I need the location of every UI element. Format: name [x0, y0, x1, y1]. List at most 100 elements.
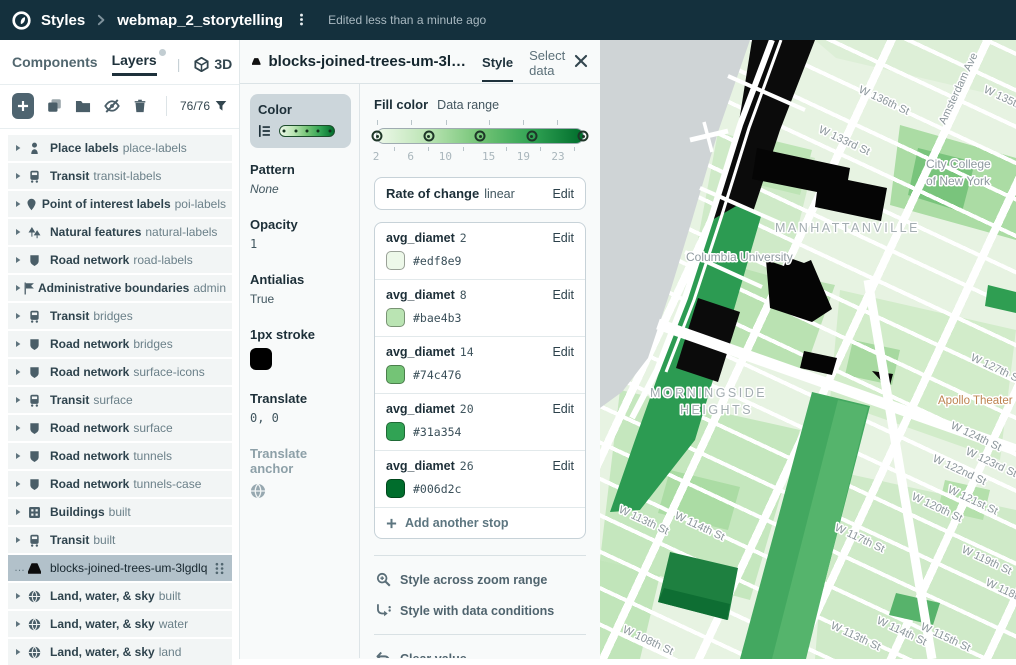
layer-row[interactable]: Place labels place-labels — [8, 135, 232, 161]
prop-translate[interactable]: Translate 0, 0 — [250, 391, 351, 425]
add-layer-button[interactable] — [12, 93, 34, 119]
data-range-slider[interactable] — [376, 128, 584, 144]
data-range-label[interactable]: Data range — [437, 98, 499, 112]
caret-icon[interactable] — [14, 340, 28, 348]
tab-layers[interactable]: Layers — [112, 52, 157, 76]
layer-row[interactable]: Road network tunnels — [8, 443, 232, 469]
edit-stop-button[interactable]: Edit — [552, 288, 574, 302]
layer-row[interactable]: Transit surface — [8, 387, 232, 413]
color-stop-row[interactable]: avg_diamet 8 Edit #bae4b3 — [375, 280, 585, 337]
slider-stop-handle[interactable] — [526, 131, 537, 142]
prop-translate-anchor[interactable]: Translate anchor — [250, 446, 351, 500]
globe-icon — [250, 483, 266, 499]
edit-stop-button[interactable]: Edit — [552, 231, 574, 245]
layer-row[interactable]: Road network bridges — [8, 331, 232, 357]
prop-opacity[interactable]: Opacity 1 — [250, 217, 351, 251]
layer-row[interactable]: Land, water, & sky land — [8, 639, 232, 665]
stop-color-swatch[interactable] — [386, 422, 405, 441]
layer-row[interactable]: Road network surface-icons — [8, 359, 232, 385]
color-stop-row[interactable]: avg_diamet 26 Edit #006d2c — [375, 451, 585, 508]
edit-stop-button[interactable]: Edit — [552, 402, 574, 416]
color-stop-row[interactable]: avg_diamet 20 Edit #31a354 — [375, 394, 585, 451]
stop-color-swatch[interactable] — [386, 308, 405, 327]
layer-row[interactable]: Road network surface — [8, 415, 232, 441]
stop-color-swatch[interactable] — [386, 365, 405, 384]
caret-icon[interactable] — [14, 480, 28, 488]
layer-row[interactable]: Transit bridges — [8, 303, 232, 329]
breadcrumb-styles[interactable]: Styles — [41, 12, 85, 29]
stop-color-swatch[interactable] — [386, 251, 405, 270]
caret-icon[interactable] — [14, 228, 28, 236]
color-stop-row[interactable]: avg_diamet 2 Edit #edf8e9 — [375, 223, 585, 280]
caret-icon[interactable] — [14, 620, 28, 628]
caret-icon[interactable]: … — [14, 562, 28, 574]
group-layers-button[interactable] — [75, 97, 91, 115]
map-block-polygon[interactable] — [752, 148, 887, 221]
edit-rate-button[interactable]: Edit — [552, 187, 574, 201]
caret-icon[interactable] — [14, 508, 28, 516]
caret-icon[interactable] — [14, 536, 28, 544]
layer-row[interactable]: Land, water, & sky built — [8, 583, 232, 609]
caret-icon[interactable] — [14, 144, 28, 152]
caret-icon[interactable] — [14, 200, 25, 208]
layer-row[interactable]: Transit transit-labels — [8, 163, 232, 189]
prop-color[interactable]: Color — [250, 94, 351, 148]
kebab-menu-icon[interactable] — [295, 11, 308, 29]
style-title[interactable]: webmap_2_storytelling — [117, 12, 283, 29]
delete-layer-button[interactable] — [133, 97, 147, 115]
map-block-polygon[interactable] — [889, 593, 940, 625]
prop-pattern[interactable]: Pattern None — [250, 162, 351, 196]
style-across-zoom-button[interactable]: Style across zoom range — [376, 572, 584, 587]
clear-value-button[interactable]: Clear value — [376, 651, 584, 658]
tab-components[interactable]: Components — [12, 54, 98, 75]
caret-icon[interactable] — [14, 284, 23, 292]
hide-layer-button[interactable] — [104, 97, 120, 115]
layer-row[interactable]: Buildings built — [8, 499, 232, 525]
drag-handle-icon[interactable] — [213, 562, 226, 575]
prop-antialias[interactable]: Antialias True — [250, 272, 351, 306]
style-with-data-conditions-button[interactable]: Style with data conditions — [376, 603, 584, 618]
map-block-polygon[interactable] — [985, 285, 1016, 313]
caret-icon[interactable] — [14, 424, 28, 432]
color-stop-row[interactable]: avg_diamet 14 Edit #74c476 — [375, 337, 585, 394]
layer-counter[interactable]: 76/76 — [180, 99, 227, 113]
tab-select-data[interactable]: Select data — [529, 35, 566, 88]
duplicate-layer-button[interactable] — [47, 97, 62, 115]
layer-row[interactable]: Natural features natural-labels — [8, 219, 232, 245]
edit-stop-button[interactable]: Edit — [552, 345, 574, 359]
toggle-3d-button[interactable]: 3D — [194, 56, 232, 72]
layer-row[interactable]: … blocks-joined-trees-um-3lgdlq — [8, 555, 232, 581]
caret-icon[interactable] — [14, 396, 28, 404]
slider-stop-handle[interactable] — [475, 131, 486, 142]
layer-row[interactable]: Land, water, & sky water — [8, 611, 232, 637]
add-stop-button[interactable]: Add another stop — [375, 508, 585, 538]
stroke-color-swatch[interactable] — [250, 348, 272, 370]
rate-of-change-row[interactable]: Rate of change linear Edit — [374, 177, 586, 210]
layer-row[interactable]: Road network tunnels-case — [8, 471, 232, 497]
caret-icon[interactable] — [14, 648, 28, 656]
caret-icon[interactable] — [14, 592, 28, 600]
caret-icon[interactable] — [14, 172, 28, 180]
top-bar: Styles webmap_2_storytelling Edited less… — [0, 0, 1016, 40]
caret-icon[interactable] — [14, 368, 28, 376]
layer-row[interactable]: Point of interest labels poi-labels — [8, 191, 232, 217]
prop-1px-stroke[interactable]: 1px stroke — [250, 327, 351, 370]
layer-type-icon — [28, 170, 50, 183]
slider-stop-handle[interactable] — [423, 131, 434, 142]
caret-icon[interactable] — [14, 256, 28, 264]
layer-row[interactable]: Transit built — [8, 527, 232, 553]
layer-row[interactable]: Administrative boundaries admin — [8, 275, 232, 301]
map-canvas[interactable]: W 136th StW 135th StW 133rd StAmsterdam … — [600, 40, 1016, 659]
map-block-polygon[interactable] — [766, 257, 832, 322]
caret-icon[interactable] — [14, 452, 28, 460]
stop-color-swatch[interactable] — [386, 479, 405, 498]
tab-style[interactable]: Style — [482, 42, 513, 82]
slider-stop-handle[interactable] — [372, 131, 383, 142]
mapbox-logo-icon[interactable] — [12, 11, 31, 30]
slider-stop-handle[interactable] — [578, 131, 589, 142]
layer-row[interactable]: Road network road-labels — [8, 247, 232, 273]
close-icon[interactable] — [574, 53, 588, 71]
map-label: W 119th St — [960, 544, 1014, 578]
caret-icon[interactable] — [14, 312, 28, 320]
edit-stop-button[interactable]: Edit — [552, 459, 574, 473]
